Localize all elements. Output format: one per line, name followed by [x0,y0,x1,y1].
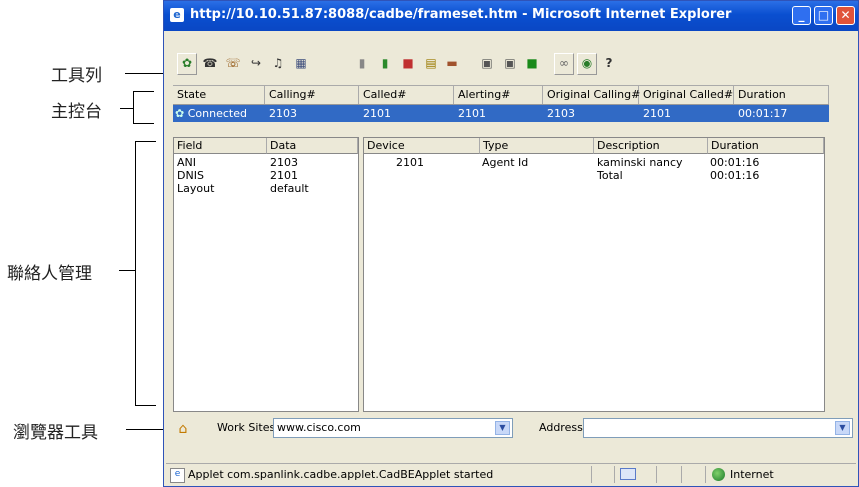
call-table: State Calling# Called# Alerting# Origina… [173,85,829,122]
title-bar[interactable]: e http://10.10.51.87:8088/cadbe/frameset… [164,1,858,31]
callout-browser-tools: 瀏覽器工具 [13,423,98,443]
refresh-icon[interactable]: ◉ [579,55,595,71]
maximize-button[interactable]: □ [814,6,833,25]
browser-tools-bar: ⌂ Work Sites www.cisco.com ▼ Address ▼ [169,414,855,444]
original-called-value: 2101 [643,107,671,120]
toolbar: ✿ ☎ ☏ ↪ ♫ ▦ ▮ ▮ ■ ▤ ▬ ▣ ▣ ■ ∞ ◉ ? [169,49,829,77]
status-divider [705,466,706,483]
description-value: kaminski nancy [597,156,683,169]
music-icon[interactable]: ♫ [270,55,286,71]
exit-icon[interactable]: ■ [524,55,540,71]
browser-window: e http://10.10.51.87:8088/cadbe/frameset… [163,0,859,487]
call-table-header: State Calling# Called# Alerting# Origina… [173,86,829,105]
answer-icon[interactable]: ☎ [202,55,218,71]
callout-main-console-line [120,108,133,109]
connected-icon: ✿ [175,107,185,120]
callout-contact-bracket [135,141,136,405]
field-ani: ANI [177,156,196,169]
callout-main-console-bracket [133,91,134,124]
keypad-icon[interactable]: ▦ [293,55,309,71]
column-device[interactable]: Device [364,138,480,154]
data-layout: default [270,182,309,195]
column-description[interactable]: Description [594,138,708,154]
total-label: Total [597,169,623,182]
called-value: 2101 [363,107,391,120]
help-icon[interactable]: ? [601,55,617,71]
column-original-called[interactable]: Original Called# [639,86,734,104]
column-field[interactable]: Field [174,138,267,154]
column-data[interactable]: Data [267,138,358,154]
link-icon[interactable]: ∞ [556,55,572,71]
work-sites-value: www.cisco.com [277,421,361,434]
column-original-calling[interactable]: Original Calling# [543,86,640,104]
bracket-top [135,141,156,142]
column-device-duration[interactable]: Duration [708,138,824,154]
stop-icon[interactable]: ■ [400,55,416,71]
status-bar: e Applet com.spanlink.cadbe.applet.CadBE… [166,463,856,486]
status-text: Applet com.spanlink.cadbe.applet.CadBEAp… [188,468,494,481]
status-divider [656,466,657,483]
callout-contact-management: 聯絡人管理 [7,264,92,284]
status-divider [591,466,592,483]
folder-open-icon[interactable]: ▤ [423,55,439,71]
address-input[interactable]: ▼ [583,418,853,438]
bracket-bottom [135,405,156,406]
conference-icon[interactable]: ☏ [225,55,241,71]
callout-contact-line [119,270,135,271]
alerting-value: 2101 [458,107,486,120]
internet-zone-icon [712,468,725,481]
applet-content: ✿ ☎ ☏ ↪ ♫ ▦ ▮ ▮ ■ ▤ ▬ ▣ ▣ ■ ∞ ◉ ? State … [169,41,855,446]
original-calling-value: 2103 [547,107,575,120]
call-activity-panel: Device Type Description Duration 2101 Ag… [363,137,825,412]
calling-value: 2103 [269,107,297,120]
minimize-button[interactable]: _ [792,6,811,25]
bracket-top [133,91,154,92]
table-row-selected[interactable]: ✿ Connected 2103 2101 2101 2103 2101 00:… [173,105,829,122]
status-divider [681,466,682,483]
internet-explorer-icon: e [170,8,184,22]
data-dnis: 2101 [270,169,298,182]
callout-main-console: 主控台 [51,102,102,122]
data-ani: 2103 [270,156,298,169]
window-title: http://10.10.51.87:8088/cadbe/frameset.h… [190,7,732,22]
duration-value: 00:01:17 [738,107,788,120]
total-duration-value: 00:01:16 [710,169,760,182]
column-called[interactable]: Called# [359,86,454,104]
calendar-icon[interactable]: ▣ [479,55,495,71]
column-calling[interactable]: Calling# [265,86,359,104]
panel-edge [825,137,829,412]
chevron-down-icon[interactable]: ▼ [495,421,510,435]
bracket-bottom [133,123,154,124]
chevron-down-icon[interactable]: ▼ [835,421,850,435]
state-cell: ✿ Connected [173,105,265,122]
state-value: Connected [187,107,247,120]
column-state[interactable]: State [173,86,265,104]
column-type[interactable]: Type [480,138,594,154]
traffic-light-icon[interactable]: ▮ [377,55,393,71]
field-layout: Layout [177,182,215,195]
status-divider [614,466,615,483]
folder-icon[interactable]: ▬ [444,55,460,71]
agent-state-icon[interactable]: ✿ [179,55,195,71]
page-icon: e [170,468,185,483]
enterprise-data-panel: Field Data ANI 2103 DNIS 2101 Layout def… [173,137,359,412]
device-duration-value: 00:01:16 [710,156,760,169]
device-value: 2101 [396,156,424,169]
transfer-icon[interactable]: ↪ [248,55,264,71]
type-value: Agent Id [482,156,529,169]
address-label: Address [539,421,583,434]
grid-icon[interactable]: ▣ [502,55,518,71]
security-zone: Internet [730,468,774,481]
column-alerting[interactable]: Alerting# [454,86,543,104]
field-dnis: DNIS [177,169,204,182]
callout-toolbar: 工具列 [51,66,102,86]
work-sites-label: Work Sites [217,421,276,434]
work-sites-dropdown[interactable]: www.cisco.com ▼ [273,418,513,438]
column-duration[interactable]: Duration [734,86,829,104]
window-icon [620,468,636,480]
close-button[interactable]: ✕ [836,6,855,25]
record-icon[interactable]: ▮ [354,55,370,71]
home-icon[interactable]: ⌂ [174,420,192,438]
